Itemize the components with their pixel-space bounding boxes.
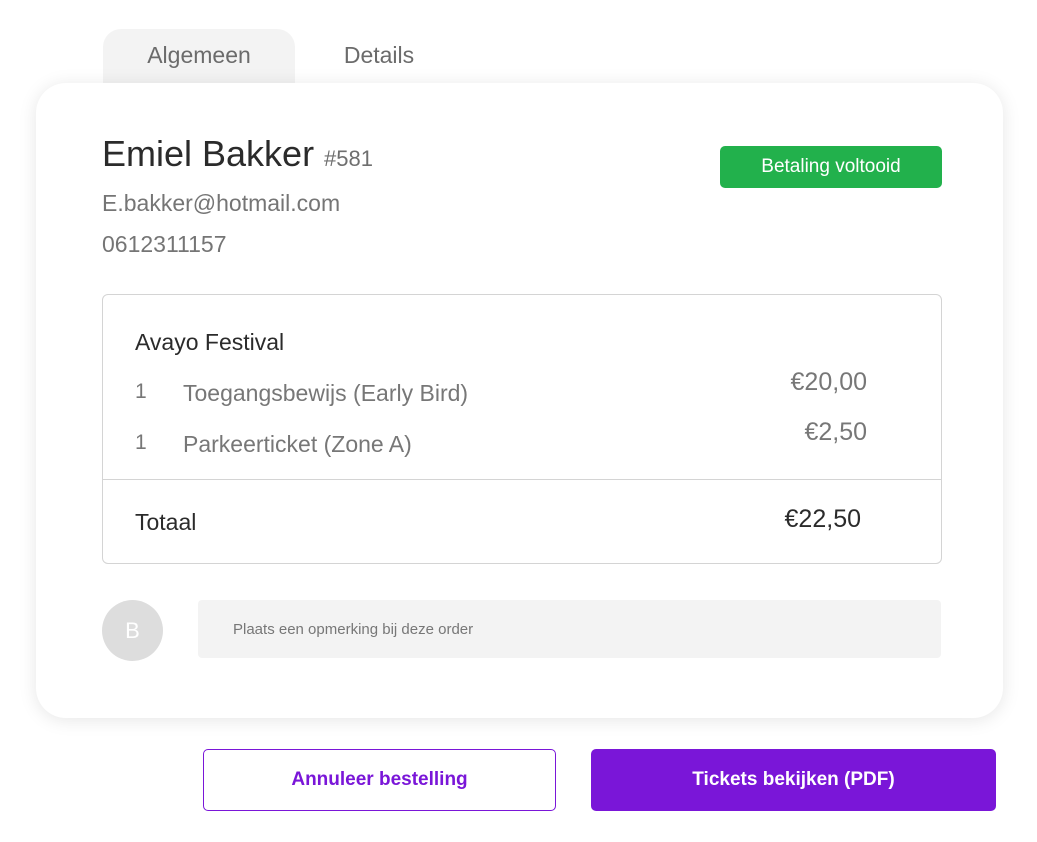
customer-name: Emiel Bakker — [102, 133, 315, 174]
order-card: Emiel Bakker #581 E.bakker@hotmail.com 0… — [36, 83, 1003, 718]
customer-phone: 0612311157 — [102, 231, 227, 257]
tab-details[interactable]: Details — [283, 29, 475, 89]
comment-input[interactable] — [198, 600, 941, 658]
order-detail-page: Algemeen Details Emiel Bakker #581 E.bak… — [0, 0, 1037, 842]
order-summary: Avayo Festival 1 Toegangsbewijs (Early B… — [102, 294, 942, 564]
line-item-quantity: 1 — [135, 380, 147, 403]
avatar: B — [102, 600, 163, 661]
line-item-price: €2,50 — [804, 418, 867, 446]
total-label: Totaal — [135, 509, 197, 535]
line-item: 1 Toegangsbewijs (Early Bird) €20,00 — [103, 368, 941, 420]
order-divider — [103, 479, 941, 480]
line-item-quantity: 1 — [135, 431, 147, 454]
order-number: #581 — [324, 146, 373, 171]
line-item: 1 Parkeerticket (Zone A) €2,50 — [103, 418, 941, 471]
total-value: €22,50 — [784, 505, 861, 533]
line-item-price: €20,00 — [790, 368, 867, 396]
line-item-description: Parkeerticket (Zone A) — [183, 431, 412, 457]
status-badge: Betaling voltooid — [720, 146, 942, 188]
view-tickets-pdf-button[interactable]: Tickets bekijken (PDF) — [591, 749, 996, 811]
tab-general[interactable]: Algemeen — [103, 29, 295, 89]
cancel-order-button[interactable]: Annuleer bestelling — [203, 749, 556, 811]
event-name: Avayo Festival — [135, 329, 285, 355]
line-item-description: Toegangsbewijs (Early Bird) — [183, 380, 469, 406]
customer-email: E.bakker@hotmail.com — [102, 190, 341, 216]
